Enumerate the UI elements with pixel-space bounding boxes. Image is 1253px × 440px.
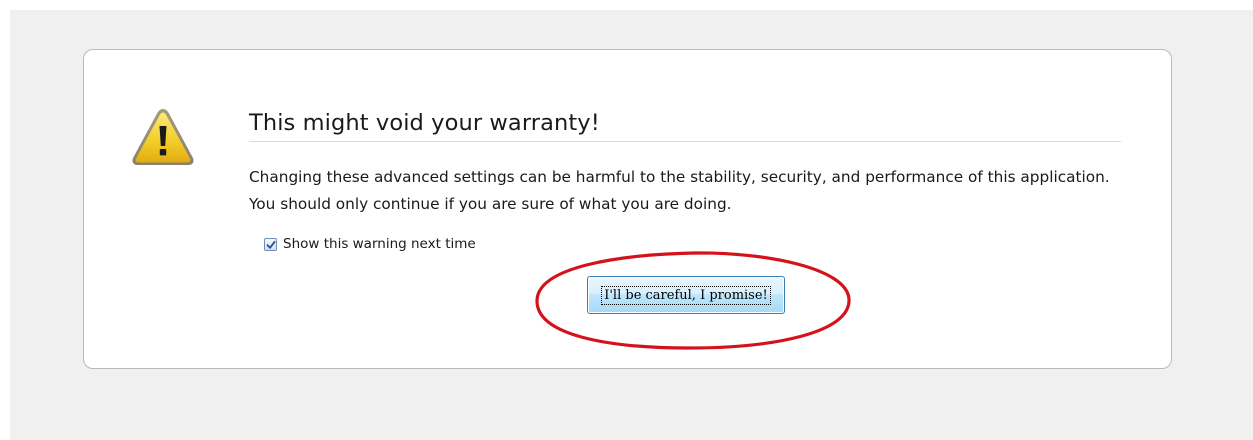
dialog-title: This might void your warranty! <box>249 110 600 136</box>
confirm-careful-button[interactable]: I'll be careful, I promise! <box>587 276 785 314</box>
show-warning-checkbox-row[interactable]: Show this warning next time <box>264 236 476 252</box>
show-warning-label: Show this warning next time <box>283 236 476 252</box>
checkmark-icon <box>266 240 276 249</box>
confirm-button-label: I'll be careful, I promise! <box>601 285 771 305</box>
warning-message: Changing these advanced settings can be … <box>249 168 1110 213</box>
warning-dialog: This might void your warranty! Changing … <box>83 49 1172 369</box>
title-divider <box>249 141 1121 142</box>
show-warning-checkbox[interactable] <box>264 237 277 251</box>
warning-triangle-icon <box>132 109 194 165</box>
